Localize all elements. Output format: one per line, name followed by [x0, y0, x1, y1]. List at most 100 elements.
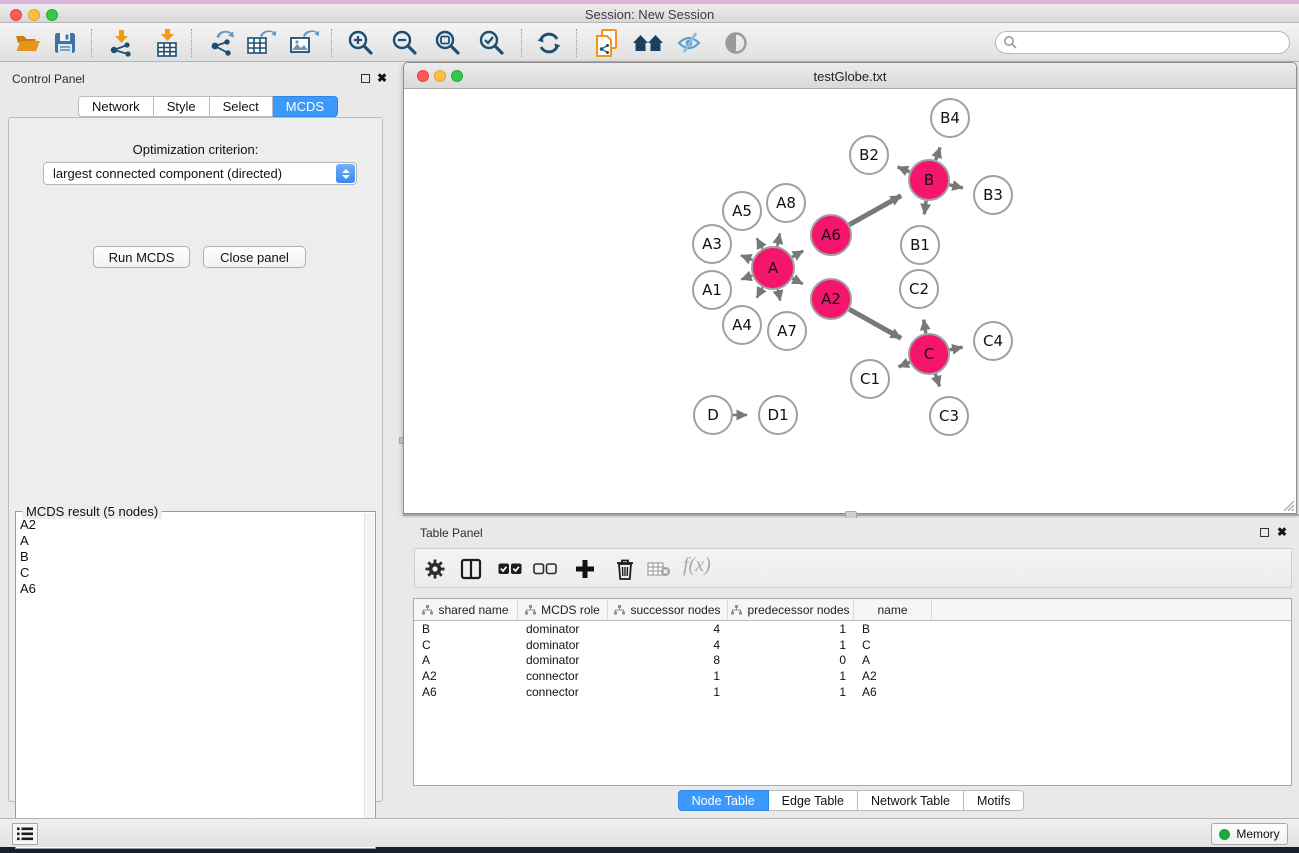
table-tab-node-table[interactable]: Node Table: [678, 790, 769, 811]
table-row[interactable]: A2connector11A2: [414, 668, 1291, 684]
network-window-titlebar[interactable]: testGlobe.txt: [404, 63, 1296, 89]
task-console-button[interactable]: [12, 823, 38, 845]
edge-C-C2[interactable]: [924, 320, 926, 334]
zoom-selected-button[interactable]: [476, 27, 508, 59]
mcds-result-item[interactable]: A2: [18, 518, 363, 534]
zoom-selected-icon: [478, 29, 506, 57]
save-session-button[interactable]: [49, 27, 81, 59]
column-header-shared-name[interactable]: shared name: [414, 599, 518, 620]
export-table-icon: [246, 29, 276, 57]
column-header-predecessor-nodes[interactable]: predecessor nodes: [728, 599, 854, 620]
tab-mcds[interactable]: MCDS: [273, 96, 338, 117]
table-settings-button[interactable]: [422, 556, 448, 582]
export-network-button[interactable]: [206, 27, 238, 59]
edge-B-B3[interactable]: [949, 185, 962, 188]
mcds-result-item[interactable]: A6: [18, 582, 363, 598]
mcds-result-item[interactable]: A: [18, 534, 363, 550]
toolbar-separator: [91, 29, 92, 57]
table-tab-network-table[interactable]: Network Table: [858, 790, 964, 811]
table-cell: 4: [608, 622, 728, 636]
edge-A-A7[interactable]: [778, 290, 781, 301]
memory-button[interactable]: Memory: [1211, 823, 1288, 845]
export-image-button[interactable]: [288, 27, 320, 59]
memory-status-icon: [1219, 829, 1230, 840]
refresh-button[interactable]: [533, 27, 565, 59]
node-label-A8: A8: [776, 194, 796, 212]
edge-C-C3[interactable]: [935, 374, 939, 387]
export-table-button[interactable]: [245, 27, 277, 59]
home-view-button[interactable]: [632, 27, 664, 59]
edge-B-B1[interactable]: [924, 201, 926, 215]
close-panel-icon[interactable]: ✖: [377, 73, 387, 83]
edge-C-C4[interactable]: [950, 347, 963, 350]
float-panel-icon[interactable]: [361, 74, 370, 83]
column-header-name[interactable]: name: [854, 599, 932, 620]
toolbar-separator: [576, 29, 577, 57]
mcds-result-item[interactable]: B: [18, 550, 363, 566]
table-cell: 1: [728, 669, 854, 683]
edge-A-A4[interactable]: [757, 287, 763, 298]
table-tab-edge-table[interactable]: Edge Table: [769, 790, 858, 811]
optimization-criterion-select[interactable]: largest connected component (directed): [43, 162, 357, 185]
delete-table-button-disabled[interactable]: [646, 556, 672, 582]
edge-A2-C[interactable]: [849, 309, 901, 338]
table-row[interactable]: Bdominator41B: [414, 621, 1291, 637]
edge-C-C1[interactable]: [899, 362, 910, 367]
table-cell: 0: [728, 653, 854, 667]
import-table-button[interactable]: [151, 27, 183, 59]
eye-icon: [722, 31, 750, 55]
table-row[interactable]: Cdominator41C: [414, 637, 1291, 653]
window-resize-grip[interactable]: [1280, 497, 1294, 511]
column-sort-icon: [525, 605, 536, 615]
edge-B-B4[interactable]: [936, 147, 940, 160]
deselect-all-button[interactable]: [532, 556, 558, 582]
show-columns-button[interactable]: [458, 556, 484, 582]
edge-A-A1[interactable]: [741, 276, 752, 280]
table-cell: A: [414, 653, 518, 667]
table-row[interactable]: Adominator80A: [414, 653, 1291, 669]
run-mcds-button[interactable]: Run MCDS: [93, 246, 190, 268]
zoom-fit-button[interactable]: [432, 27, 464, 59]
open-network-file-button[interactable]: [591, 27, 623, 59]
edge-A6-B[interactable]: [849, 196, 901, 225]
edge-A-A6[interactable]: [792, 251, 803, 257]
edge-A-A2[interactable]: [792, 278, 802, 284]
tab-style[interactable]: Style: [154, 96, 210, 117]
table-header-row: shared nameMCDS rolesuccessor nodesprede…: [414, 599, 1291, 621]
function-builder-button[interactable]: f(x): [683, 554, 711, 577]
node-label-A4: A4: [732, 316, 752, 334]
table-tab-motifs[interactable]: Motifs: [964, 790, 1024, 811]
tab-network[interactable]: Network: [78, 96, 154, 117]
import-table-icon: [153, 29, 181, 57]
column-header-MCDS-role[interactable]: MCDS role: [518, 599, 608, 620]
table-row[interactable]: A6connector11A6: [414, 684, 1291, 700]
network-graph: B4B2BB3A5A8A6A3B1AA1C2A2A4A7C4CC1C3DD1: [405, 90, 1296, 513]
import-network-button[interactable]: [105, 27, 137, 59]
edge-A-A5[interactable]: [757, 238, 763, 249]
column-header-successor-nodes[interactable]: successor nodes: [608, 599, 728, 620]
toolbar-separator: [331, 29, 332, 57]
node-label-C3: C3: [939, 407, 959, 425]
float-table-panel-icon[interactable]: [1260, 528, 1269, 537]
zoom-out-button[interactable]: [389, 27, 421, 59]
edge-A-A8[interactable]: [777, 233, 780, 246]
show-panels-button[interactable]: [720, 27, 752, 59]
close-table-panel-icon[interactable]: ✖: [1277, 527, 1287, 537]
open-file-button[interactable]: [12, 27, 44, 59]
select-all-button[interactable]: [497, 556, 523, 582]
mcds-result-item[interactable]: C: [18, 566, 363, 582]
search-input[interactable]: [995, 31, 1290, 54]
node-label-B4: B4: [940, 109, 960, 127]
delete-column-button[interactable]: [612, 556, 638, 582]
tab-select[interactable]: Select: [210, 96, 273, 117]
close-panel-button[interactable]: Close panel: [203, 246, 306, 268]
mcds-scrollbar[interactable]: [364, 513, 374, 847]
edge-A-A3[interactable]: [741, 255, 753, 260]
network-canvas[interactable]: B4B2BB3A5A8A6A3B1AA1C2A2A4A7C4CC1C3DD1: [405, 90, 1296, 513]
zoom-in-button[interactable]: [345, 27, 377, 59]
control-panel-tabs: NetworkStyleSelectMCDS: [78, 96, 338, 117]
create-column-button[interactable]: [572, 556, 598, 582]
gear-icon: [425, 559, 445, 579]
hide-panels-button[interactable]: [675, 27, 707, 59]
edge-B-B2[interactable]: [898, 167, 910, 172]
